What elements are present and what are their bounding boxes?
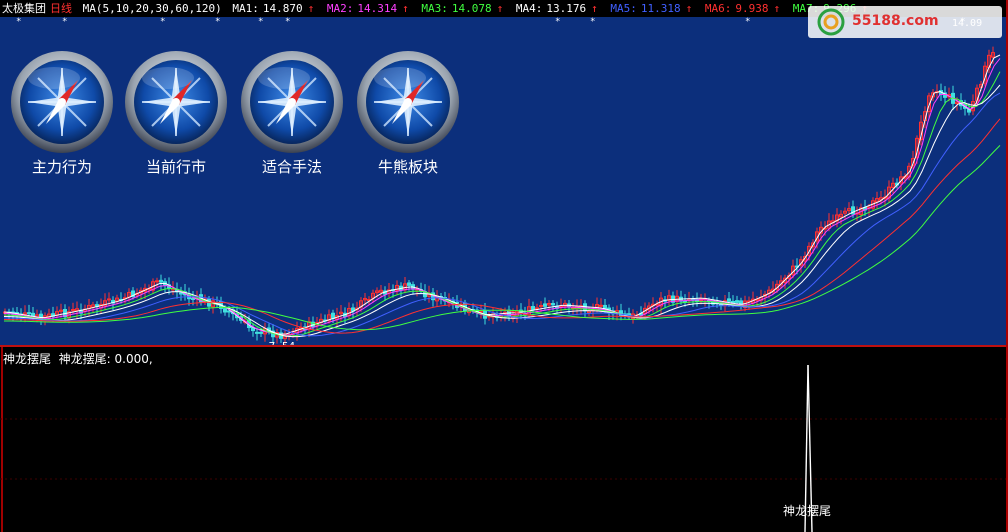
candle-body [531, 306, 535, 310]
candle-body [719, 303, 723, 306]
candle-body [735, 300, 739, 303]
ma4-value: 13.176 [546, 2, 587, 15]
ma-definition: MA(5,10,20,30,60,120) [82, 2, 222, 15]
stock-name: 太极集团 [2, 2, 46, 15]
candle-body [179, 292, 183, 295]
ma2-value: 14.314 [357, 2, 398, 15]
compass-icon [241, 51, 343, 153]
ma2-label: MA2: [326, 2, 354, 15]
signal-marker: * [745, 17, 750, 27]
compass-button-bull-bear-sector[interactable] [356, 50, 460, 154]
signal-marker: * [258, 17, 263, 27]
ma1-label: MA1: [232, 2, 259, 15]
ma4-label: MA4: [515, 2, 543, 15]
candle-body [255, 331, 259, 334]
logo-text: 55188.com [852, 13, 939, 29]
logo-swirl-icon [817, 8, 845, 36]
indicator-header: 神龙摆尾 神龙摆尾: 0.000, [3, 350, 153, 367]
candle-body [731, 300, 735, 303]
ma1-value: 14.870 [262, 2, 303, 15]
indicator-panel[interactable]: 神龙摆尾 神龙摆尾: 0.000, 神龙摆尾 [0, 347, 1008, 532]
compass-label-main-force[interactable]: 主力行为 [2, 156, 122, 177]
signal-marker: * [215, 17, 220, 27]
signal-marker: * [62, 17, 67, 27]
candle-body [583, 303, 587, 312]
ma6-label: MA6: [704, 2, 732, 15]
ma2-arrow: ↑ [402, 2, 409, 15]
indicator-name: 神龙摆尾 [3, 352, 52, 366]
high-price-label: 14.09 [952, 18, 983, 29]
signal-marker: * [285, 17, 290, 27]
ma6-value: 9.938 [735, 2, 769, 15]
candle-body [407, 282, 411, 286]
signal-marker: * [16, 17, 21, 27]
indicator-value-label: 神龙摆尾: [58, 352, 111, 366]
signal-marker: * [160, 17, 165, 27]
candle-body [535, 307, 539, 310]
candle-body [543, 303, 547, 307]
signal-marker: * [590, 17, 595, 27]
period-label: 日线 [50, 2, 72, 15]
ma-header: 太极集团 日线 MA(5,10,20,30,60,120) MA1: 14.870 ↑… [2, 2, 874, 16]
price-chart-panel[interactable]: *********** 太极集团日线 MA(5,10,20,30,60,120)… [0, 0, 1008, 353]
compass-label-current-market[interactable]: 当前行市 [116, 156, 236, 177]
candle-body [155, 280, 159, 283]
candle-body [551, 303, 555, 306]
compass-button-current-market[interactable] [124, 50, 228, 154]
candle-body [191, 297, 195, 300]
ma5-value: 11.318 [640, 2, 681, 15]
signal-marker: * [555, 17, 560, 27]
ma3-value: 14.078 [451, 2, 492, 15]
ma4-arrow: ↑ [591, 2, 598, 15]
ma3-arrow: ↑ [496, 2, 504, 15]
candle-body [259, 331, 263, 334]
candle-body [479, 310, 483, 313]
compass-icon [357, 51, 459, 153]
compass-button-suitable-method[interactable] [240, 50, 344, 154]
compass-icon [125, 51, 227, 153]
candle-body [27, 312, 31, 315]
indicator-chart [0, 347, 1008, 532]
ma6-arrow: ↑ [773, 2, 781, 15]
compass-label-bull-bear-sector[interactable]: 牛熊板块 [348, 156, 468, 177]
candle-body [107, 298, 111, 301]
candle-body [227, 310, 231, 313]
indicator-signal-label: 神龙摆尾 [783, 504, 832, 518]
candle-body [599, 304, 603, 307]
compass-button-main-force[interactable] [10, 50, 114, 154]
ma1-arrow: ↑ [307, 2, 315, 15]
ma5-label: MA5: [610, 2, 637, 15]
candle-body [223, 308, 227, 313]
compass-label-suitable-method[interactable]: 适合手法 [232, 156, 352, 177]
compass-icon [11, 51, 113, 153]
ma3-label: MA3: [421, 2, 448, 15]
candle-body [727, 298, 731, 302]
candle-body [159, 279, 163, 283]
ma5-arrow: ↑ [685, 2, 693, 15]
indicator-value: 0.000, [114, 352, 153, 366]
